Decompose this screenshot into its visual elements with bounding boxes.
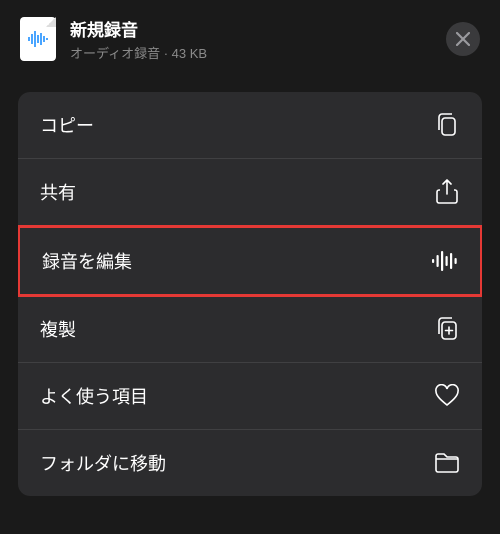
action-menu: コピー 共有 録音を編集 — [18, 92, 482, 496]
file-subtitle: オーディオ録音 · 43 KB — [70, 43, 432, 62]
menu-item-edit-recording[interactable]: 録音を編集 — [18, 225, 482, 297]
share-icon — [434, 179, 460, 205]
menu-label: 録音を編集 — [42, 248, 132, 274]
header: 新規録音 オーディオ録音 · 43 KB — [0, 0, 500, 82]
folder-icon — [434, 450, 460, 476]
close-icon — [456, 32, 470, 46]
menu-item-move-folder[interactable]: フォルダに移動 — [18, 430, 482, 496]
close-button[interactable] — [446, 22, 480, 56]
menu-label: フォルダに移動 — [40, 450, 166, 476]
file-info: 新規録音 オーディオ録音 · 43 KB — [70, 16, 432, 62]
menu-label: 複製 — [40, 316, 76, 342]
duplicate-icon — [434, 316, 460, 342]
file-audio-icon — [20, 17, 56, 61]
menu-label: よく使う項目 — [40, 383, 148, 409]
waveform-icon — [432, 248, 458, 274]
menu-item-share[interactable]: 共有 — [18, 159, 482, 226]
menu-label: コピー — [40, 112, 94, 138]
file-title: 新規録音 — [70, 16, 432, 41]
menu-item-favorites[interactable]: よく使う項目 — [18, 363, 482, 430]
menu-label: 共有 — [40, 179, 76, 205]
menu-item-duplicate[interactable]: 複製 — [18, 296, 482, 363]
heart-icon — [434, 383, 460, 409]
copy-icon — [434, 112, 460, 138]
menu-item-copy[interactable]: コピー — [18, 92, 482, 159]
